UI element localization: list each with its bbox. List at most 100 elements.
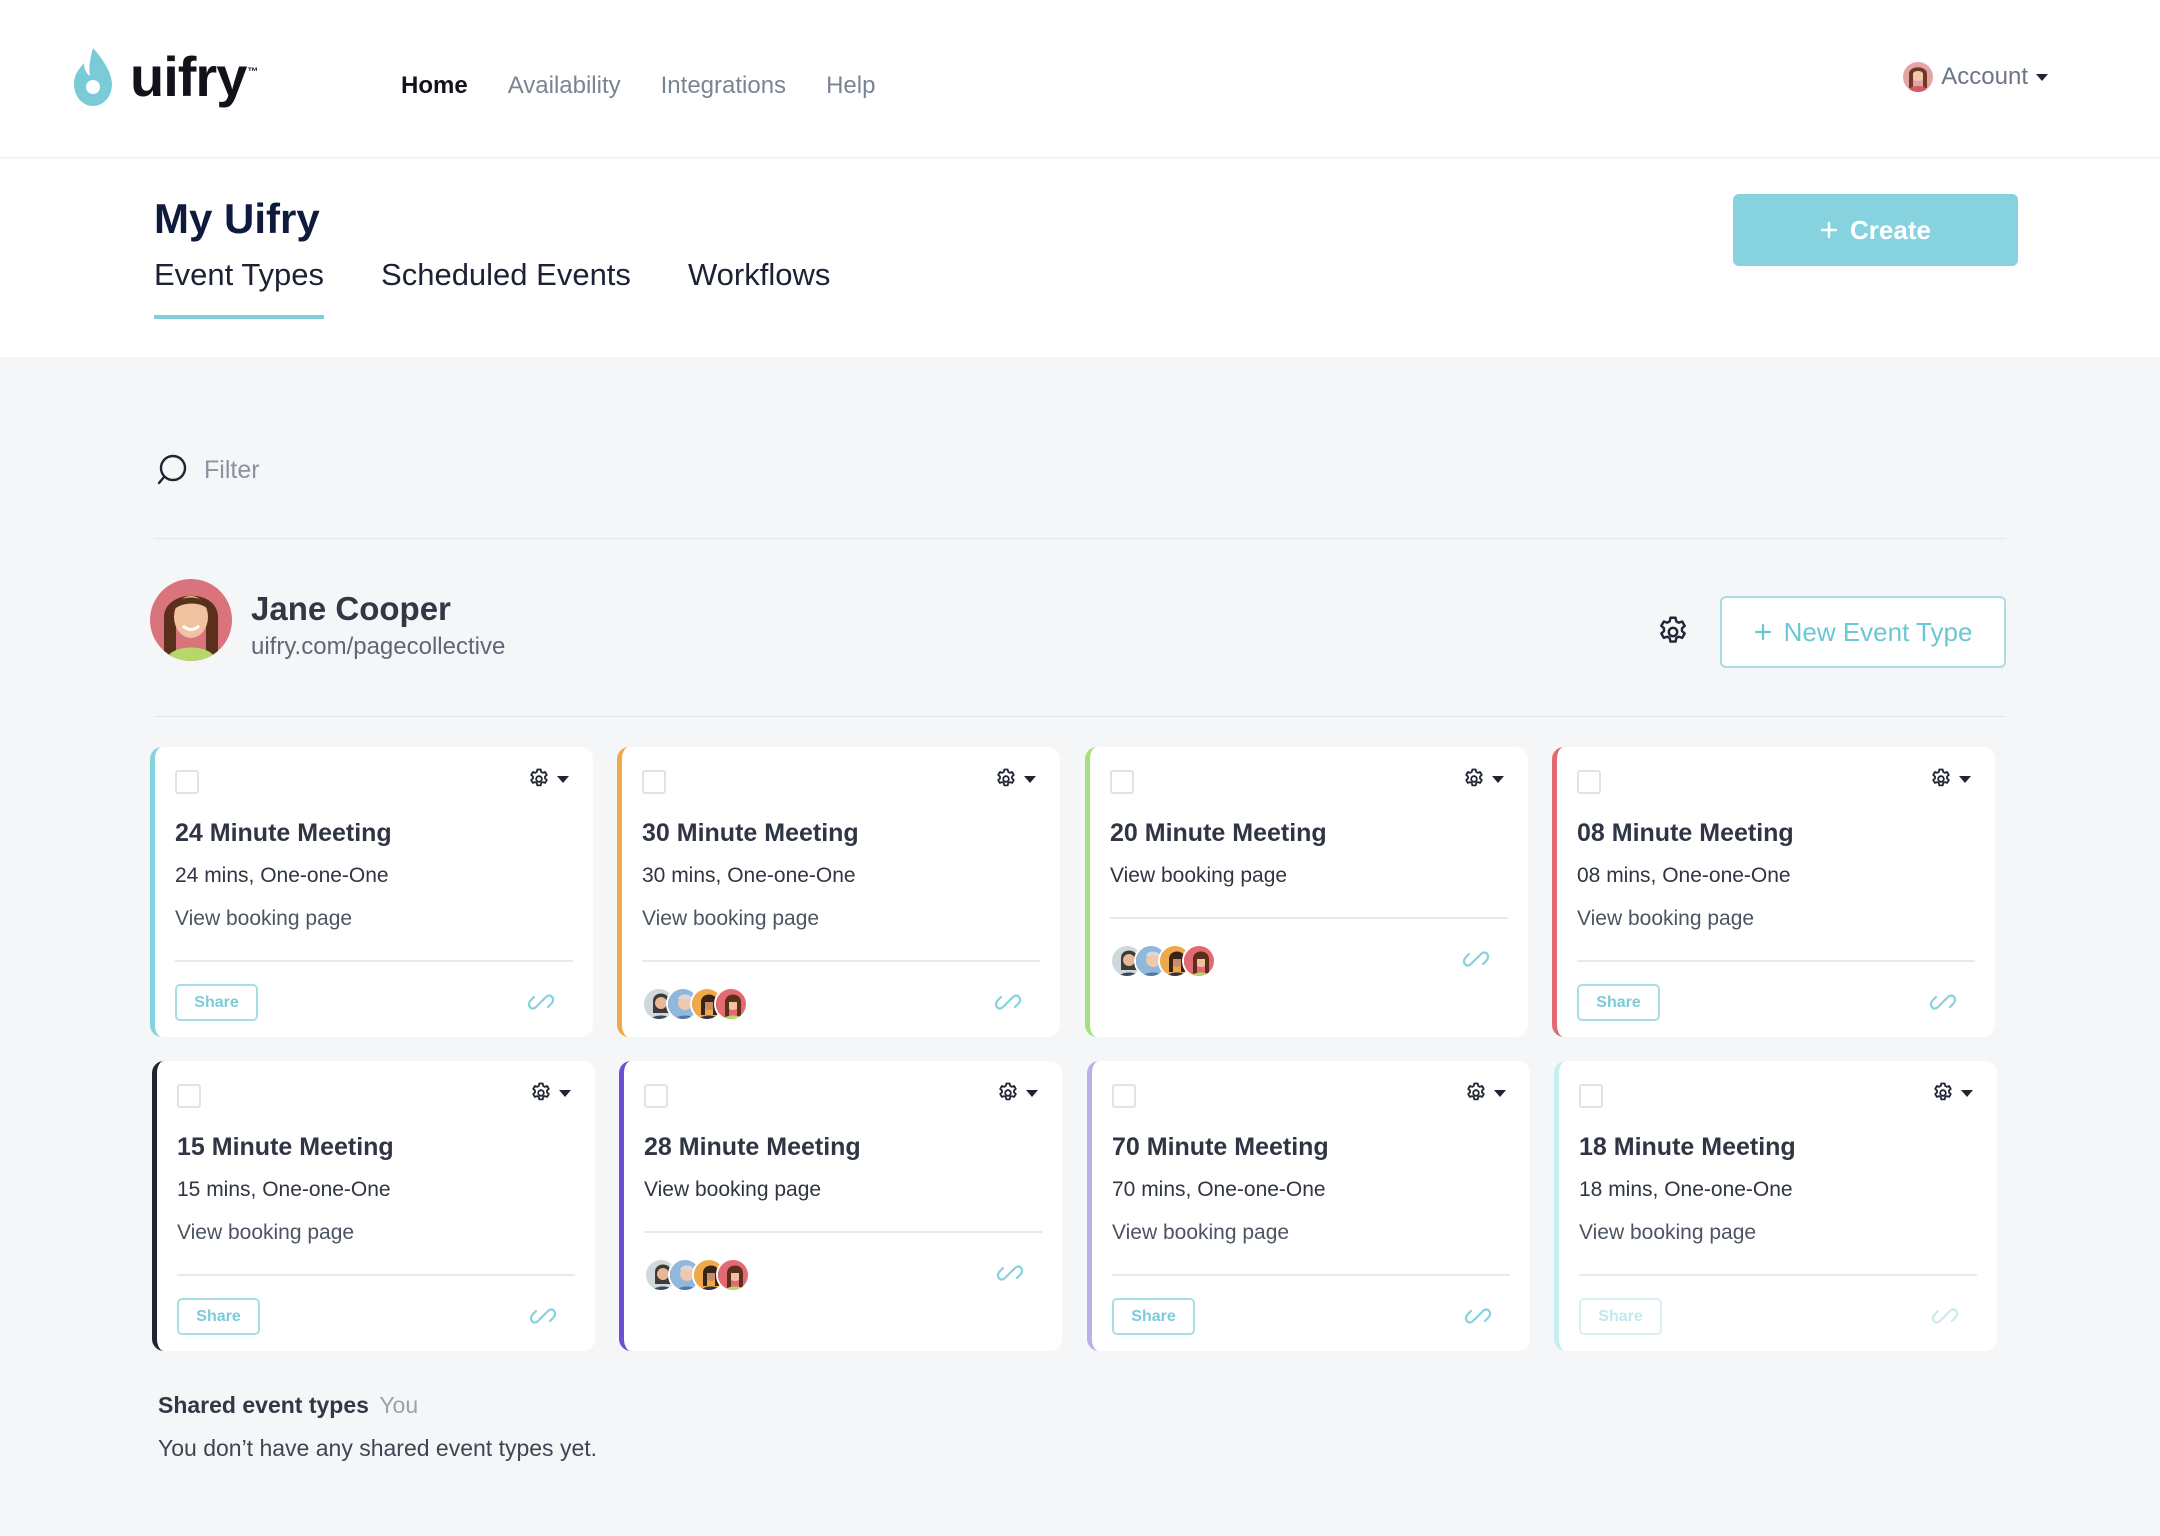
- card-settings-menu[interactable]: [996, 1081, 1038, 1105]
- gear-icon: [999, 1082, 1017, 1101]
- event-card[interactable]: 28 Minute Meeting View booking page: [619, 1061, 1062, 1351]
- checkbox-icon[interactable]: [1579, 1084, 1603, 1108]
- page-title: My Uifry: [154, 195, 320, 242]
- chevron-down-icon: [1959, 775, 1971, 783]
- header-tabs: Event Types Scheduled Events Workflows: [154, 257, 830, 319]
- link-icon[interactable]: [1931, 1302, 1959, 1335]
- nav-availability[interactable]: Availability: [508, 72, 621, 100]
- user-name: Jane Cooper: [251, 590, 451, 627]
- event-details: 08 mins, One-one-One: [1577, 864, 1791, 887]
- event-title: 24 Minute Meeting: [175, 819, 392, 847]
- card-settings-menu[interactable]: [1929, 767, 1971, 791]
- brand-logo[interactable]: uifry ™: [68, 46, 258, 108]
- account-label: Account: [1941, 63, 2028, 90]
- checkbox-icon[interactable]: [1577, 770, 1601, 794]
- event-details: 30 mins, One-one-One: [642, 864, 856, 887]
- account-menu[interactable]: Account: [1903, 62, 2048, 92]
- main-nav: Home Availability Integrations Help: [401, 72, 875, 100]
- card-settings-menu[interactable]: [1931, 1081, 1973, 1105]
- card-settings-menu[interactable]: [529, 1081, 571, 1105]
- card-settings-menu[interactable]: [994, 767, 1036, 791]
- checkbox-icon[interactable]: [644, 1084, 668, 1108]
- gear-icon[interactable]: [1655, 614, 1691, 655]
- event-card[interactable]: 15 Minute Meeting 15 mins, One-one-One V…: [152, 1061, 595, 1351]
- gear-icon: [1932, 768, 1950, 787]
- plus-icon: [1754, 623, 1771, 641]
- checkbox-icon[interactable]: [175, 770, 199, 794]
- chevron-down-icon: [1492, 775, 1504, 783]
- account-avatar: [1903, 62, 1934, 92]
- view-booking-page-link[interactable]: View booking page: [1110, 864, 1287, 888]
- view-booking-page-link[interactable]: View booking page: [175, 907, 352, 931]
- view-booking-page-link[interactable]: View booking page: [1112, 1221, 1289, 1245]
- host-avatars: [642, 987, 748, 1021]
- event-details: 70 mins, One-one-One: [1112, 1178, 1326, 1201]
- card-settings-menu[interactable]: [1464, 1081, 1506, 1105]
- nav-integrations[interactable]: Integrations: [661, 72, 786, 100]
- share-button[interactable]: Share: [1577, 984, 1660, 1021]
- tab-scheduled-events[interactable]: Scheduled Events: [381, 257, 631, 319]
- card-divider: [175, 960, 573, 962]
- share-button[interactable]: Share: [1579, 1298, 1662, 1335]
- plus-icon: [1820, 221, 1838, 239]
- event-card[interactable]: 70 Minute Meeting 70 mins, One-one-One V…: [1087, 1061, 1530, 1351]
- event-card[interactable]: 18 Minute Meeting 18 mins, One-one-One V…: [1554, 1061, 1997, 1351]
- user-url[interactable]: uifry.com/pagecollective: [251, 633, 505, 661]
- card-settings-menu[interactable]: [527, 767, 569, 791]
- event-card[interactable]: 24 Minute Meeting 24 mins, One-one-One V…: [150, 747, 593, 1037]
- checkbox-icon[interactable]: [177, 1084, 201, 1108]
- nav-help[interactable]: Help: [826, 72, 875, 100]
- view-booking-page-link[interactable]: View booking page: [642, 907, 819, 931]
- event-card[interactable]: 08 Minute Meeting 08 mins, One-one-One V…: [1552, 747, 1995, 1037]
- user-divider: [154, 716, 2006, 717]
- view-booking-page-link[interactable]: View booking page: [177, 1221, 354, 1245]
- share-button[interactable]: Share: [177, 1298, 260, 1335]
- checkbox-icon[interactable]: [1110, 770, 1134, 794]
- link-icon[interactable]: [529, 1302, 557, 1335]
- share-button[interactable]: Share: [1112, 1298, 1195, 1335]
- event-details: 24 mins, One-one-One: [175, 864, 389, 887]
- link-icon[interactable]: [1929, 988, 1957, 1021]
- tab-workflows[interactable]: Workflows: [688, 257, 830, 319]
- brand-name: uifry: [130, 45, 247, 108]
- view-booking-page-link[interactable]: View booking page: [1579, 1221, 1756, 1245]
- gear-icon: [1467, 1082, 1485, 1101]
- event-card[interactable]: 30 Minute Meeting 30 mins, One-one-One V…: [617, 747, 1060, 1037]
- link-icon[interactable]: [994, 988, 1022, 1021]
- filter-input[interactable]: Filter: [154, 452, 260, 488]
- page-header: My Uifry Event Types Scheduled Events Wo…: [0, 159, 2160, 357]
- host-avatars: [1110, 944, 1216, 978]
- event-title: 15 Minute Meeting: [177, 1133, 394, 1161]
- avatar: [1182, 944, 1216, 978]
- checkbox-icon[interactable]: [642, 770, 666, 794]
- gear-icon: [997, 768, 1015, 787]
- link-icon[interactable]: [996, 1259, 1024, 1292]
- new-event-type-button[interactable]: New Event Type: [1720, 596, 2006, 668]
- link-icon[interactable]: [527, 988, 555, 1021]
- shared-empty-message: You don’t have any shared event types ye…: [158, 1435, 598, 1461]
- link-icon[interactable]: [1462, 945, 1490, 978]
- checkbox-icon[interactable]: [1112, 1084, 1136, 1108]
- card-divider: [644, 1231, 1042, 1233]
- gear-icon: [532, 1082, 550, 1101]
- nav-home[interactable]: Home: [401, 72, 468, 100]
- event-title: 08 Minute Meeting: [1577, 819, 1794, 847]
- filter-placeholder: Filter: [204, 455, 260, 484]
- gear-icon: [1465, 768, 1483, 787]
- create-button[interactable]: Create: [1733, 194, 2018, 266]
- tab-event-types[interactable]: Event Types: [154, 257, 325, 319]
- brand-trademark: ™: [247, 66, 259, 78]
- event-title: 30 Minute Meeting: [642, 819, 859, 847]
- link-icon[interactable]: [1464, 1302, 1492, 1335]
- view-booking-page-link[interactable]: View booking page: [644, 1178, 821, 1202]
- card-divider: [1579, 1274, 1977, 1276]
- view-booking-page-link[interactable]: View booking page: [1577, 907, 1754, 931]
- card-settings-menu[interactable]: [1462, 767, 1504, 791]
- event-title: 18 Minute Meeting: [1579, 1133, 1796, 1161]
- share-button[interactable]: Share: [175, 984, 258, 1021]
- avatar: [714, 987, 748, 1021]
- card-divider: [177, 1274, 575, 1276]
- card-divider: [1110, 917, 1508, 919]
- filter-divider: [154, 538, 2006, 539]
- event-card[interactable]: 20 Minute Meeting View booking page: [1085, 747, 1528, 1037]
